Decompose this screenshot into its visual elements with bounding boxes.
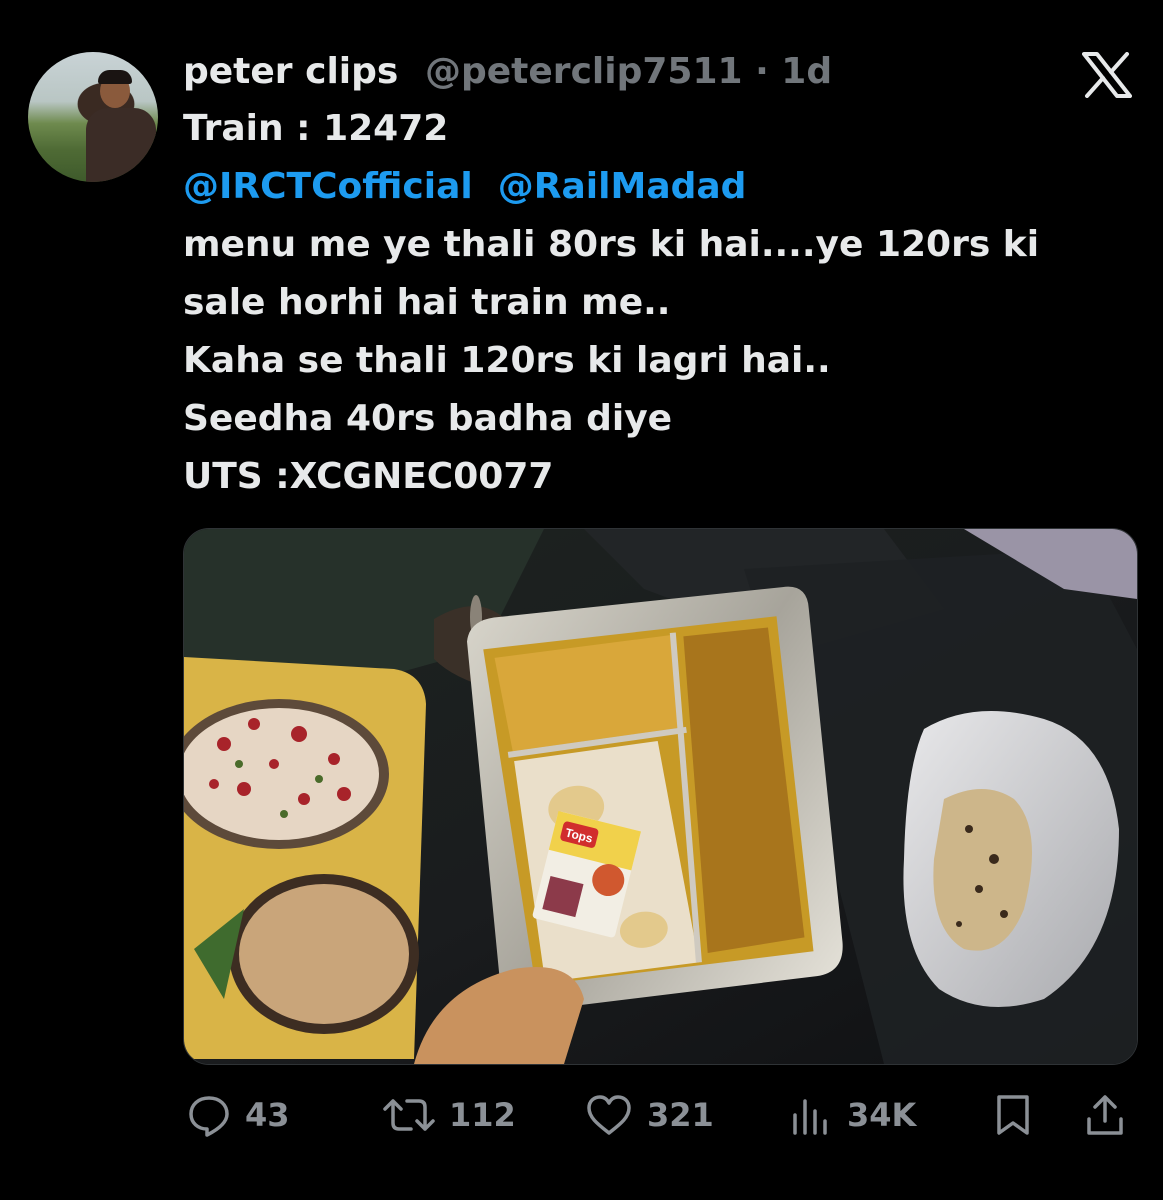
bookmark-button[interactable]	[993, 1090, 1033, 1140]
x-logo-icon	[1082, 52, 1132, 98]
mention-railmadad[interactable]: @RailMadad	[498, 166, 747, 207]
tweet-text-line: menu me ye thali 80rs ki hai....ye 120rs…	[183, 224, 1040, 265]
tweet-text-line: Seedha 40rs badha diye	[183, 398, 673, 439]
reply-count: 43	[245, 1096, 290, 1134]
like-count: 321	[647, 1096, 714, 1134]
share-icon	[1087, 1095, 1123, 1135]
repost-icon	[383, 1099, 435, 1131]
tweet-text-line: Kaha se thali 120rs ki lagri hai..	[183, 340, 831, 381]
like-icon	[587, 1095, 631, 1135]
tweet-text-train: Train : 12472	[183, 108, 449, 149]
tweet-text-line: UTS :XCGNEC0077	[183, 456, 554, 497]
avatar-figure-body	[86, 108, 156, 182]
avatar-figure-hair	[98, 70, 132, 84]
repost-count: 112	[449, 1096, 516, 1134]
tweet-mentions: @IRCTCofficial @RailMadad	[183, 166, 746, 207]
reply-button[interactable]: 43	[187, 1090, 290, 1140]
like-button[interactable]: 321	[585, 1090, 714, 1140]
food-photo: Tops	[184, 529, 1137, 1064]
share-button[interactable]	[1083, 1090, 1127, 1140]
mention-irctc[interactable]: @IRCTCofficial	[183, 166, 473, 207]
author-handle-time[interactable]: @peterclip7511 · 1d	[425, 51, 832, 92]
author-name[interactable]: peter clips	[183, 51, 398, 92]
tweet-actions-bar: 43 112 321 34K	[183, 1090, 1136, 1140]
reply-icon	[189, 1096, 229, 1137]
tweet-text-line: sale horhi hai train me..	[183, 282, 671, 323]
views-count: 34K	[847, 1096, 917, 1134]
repost-button[interactable]: 112	[383, 1090, 516, 1140]
views-button[interactable]: 34K	[789, 1090, 916, 1140]
views-icon	[793, 1099, 827, 1135]
bookmark-icon	[997, 1095, 1029, 1135]
tweet-media-image[interactable]: Tops	[183, 528, 1138, 1065]
avatar[interactable]	[28, 52, 158, 182]
